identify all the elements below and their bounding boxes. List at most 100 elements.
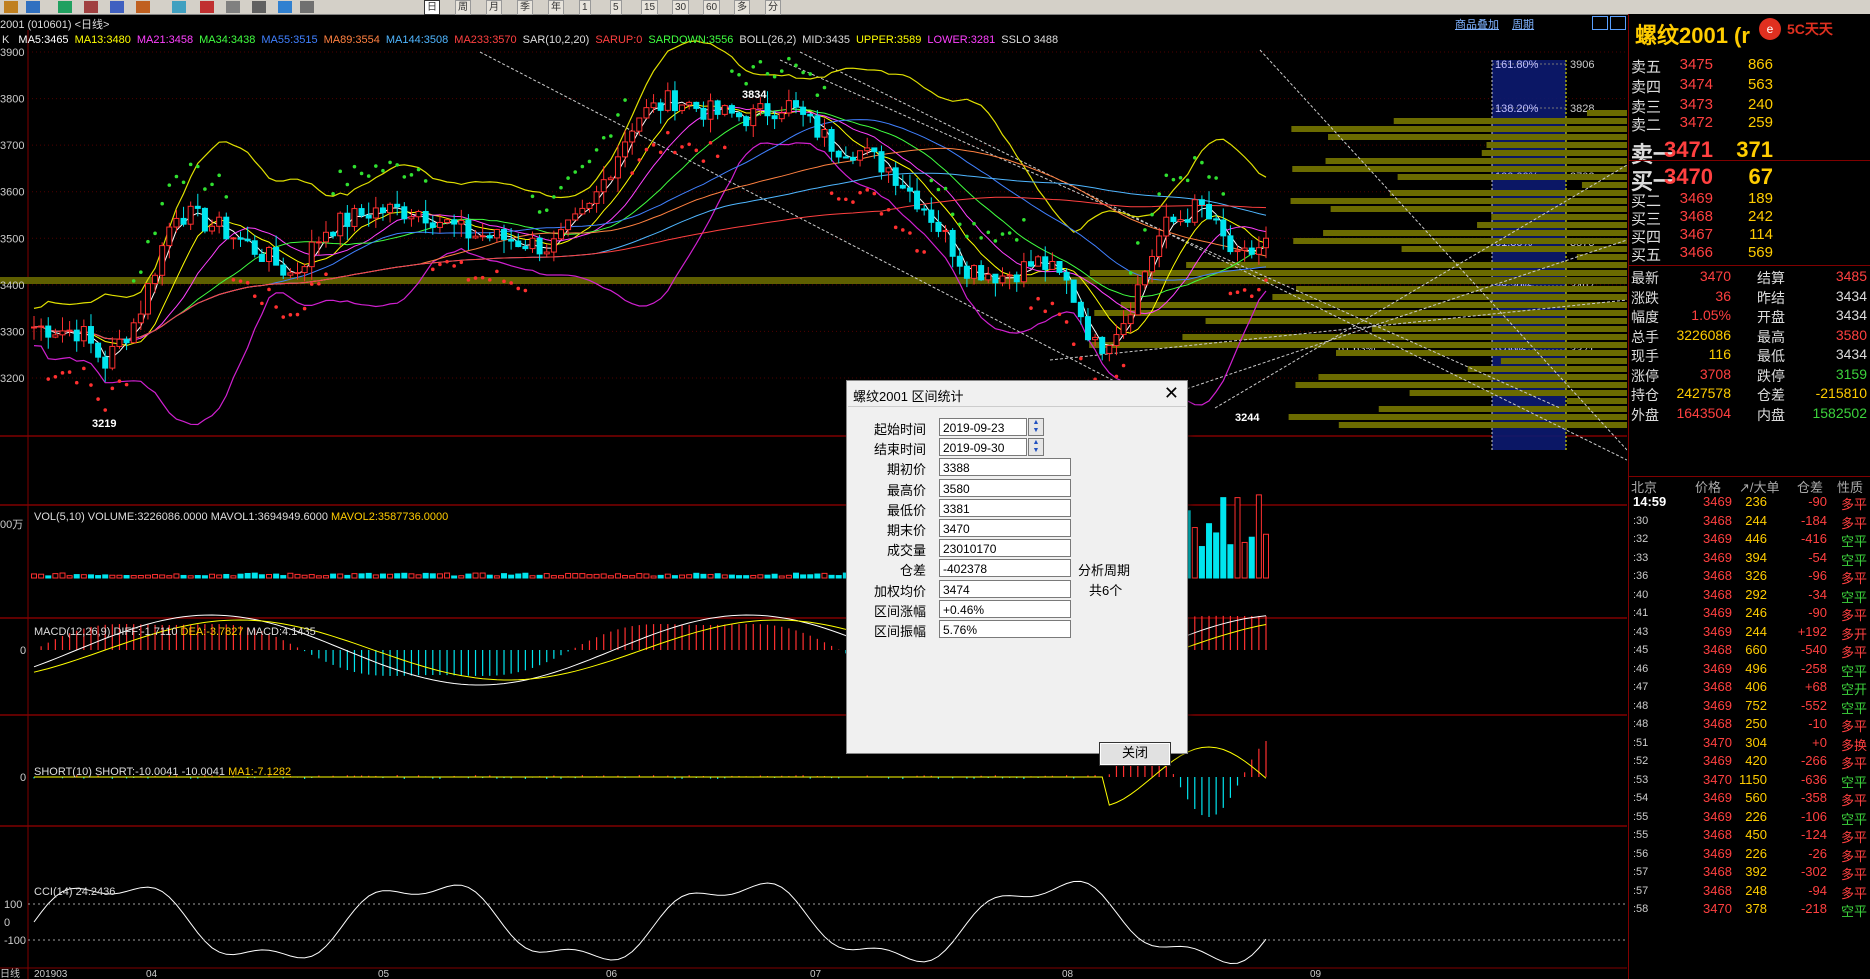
period-button-3[interactable]: 季: [517, 0, 533, 15]
bid-price: 3469: [1679, 190, 1713, 207]
tick-row[interactable]: :57 3468 248 -94 多平: [1629, 883, 1870, 903]
period-button-11[interactable]: 分: [765, 0, 781, 15]
tick-row[interactable]: :56 3469 226 -26 多平: [1629, 846, 1870, 866]
spin-up-icon[interactable]: ▲: [1029, 439, 1043, 447]
candle-body: [643, 107, 650, 119]
layout-icon[interactable]: [1592, 16, 1608, 30]
tick-row[interactable]: :48 3468 250 -10 多平: [1629, 716, 1870, 736]
ask-row[interactable]: 卖四 3474 563: [1629, 76, 1870, 96]
sar-dot: [1185, 178, 1190, 183]
spin-down-icon[interactable]: ▼: [1029, 427, 1043, 435]
tick-row[interactable]: :45 3468 660 -540 多平: [1629, 642, 1870, 662]
tick-row[interactable]: :57 3468 392 -302 多平: [1629, 864, 1870, 884]
sar-dot: [829, 191, 834, 195]
tick-row[interactable]: :46 3469 496 -258 空平: [1629, 661, 1870, 681]
volume-profile-bar: [1389, 190, 1627, 196]
volume-bar: [593, 573, 600, 579]
volume-bar: [45, 575, 52, 579]
sar-dot: [566, 176, 570, 180]
tick-row[interactable]: :36 3468 326 -96 多平: [1629, 568, 1870, 588]
sar-dot: [1228, 291, 1233, 296]
tick-row[interactable]: :43 3469 244 +192 多开: [1629, 624, 1870, 644]
tick-row[interactable]: :51 3470 304 +0 多换: [1629, 735, 1870, 755]
bid-row[interactable]: 买三 3468 242: [1629, 208, 1870, 228]
tick-row[interactable]: :52 3469 420 -266 多平: [1629, 753, 1870, 773]
period-button-4[interactable]: 年: [548, 0, 564, 15]
close-button[interactable]: 关闭: [1099, 742, 1171, 766]
window-icon[interactable]: [278, 1, 292, 13]
volume-profile-bar: [1581, 182, 1627, 188]
period-button-5[interactable]: 1: [579, 0, 591, 15]
volume-bar: [315, 575, 322, 579]
volume-bar: [387, 573, 394, 579]
settings-icon[interactable]: [226, 1, 240, 13]
list-icon[interactable]: [300, 1, 314, 13]
period-button-2[interactable]: 月: [486, 0, 502, 15]
candle-body: [565, 219, 572, 231]
folder-icon[interactable]: [4, 1, 18, 13]
close-icon[interactable]: ✕: [1164, 383, 1179, 404]
tick-row[interactable]: :30 3468 244 -184 多平: [1629, 513, 1870, 533]
tick-time: :48: [1633, 699, 1649, 712]
date-spinner[interactable]: ▲ ▼: [1028, 438, 1044, 457]
tick-row[interactable]: :53 3470 1150 -636 空平: [1629, 772, 1870, 792]
kline-chart[interactable]: 161.80%3906138.20%3828100.00%370261.80%3…: [0, 30, 1627, 979]
spin-up-icon[interactable]: ▲: [1029, 419, 1043, 427]
maximize-icon[interactable]: [1610, 16, 1626, 30]
ask-row[interactable]: 卖三 3473 240: [1629, 96, 1870, 116]
ask-row[interactable]: 卖五 3475 866: [1629, 56, 1870, 76]
tick-nature: 多平: [1840, 793, 1867, 808]
print-icon[interactable]: [26, 1, 40, 13]
candle-body: [422, 210, 429, 224]
ask-row[interactable]: 卖二 3472 259: [1629, 114, 1870, 134]
refresh-icon[interactable]: [58, 1, 72, 13]
tick-nature: 空平: [1840, 904, 1867, 919]
tick-row[interactable]: :47 3468 406 +68 空开: [1629, 679, 1870, 699]
sar-dot: [139, 270, 143, 274]
period-button-6[interactable]: 5: [610, 0, 622, 15]
chart-icon[interactable]: [110, 1, 124, 13]
candle-body: [750, 108, 757, 127]
grid-icon[interactable]: [252, 1, 266, 13]
tool-icon[interactable]: [84, 1, 98, 13]
tick-row[interactable]: :54 3469 560 -358 多平: [1629, 790, 1870, 810]
k-label: K: [2, 34, 10, 46]
tick-row[interactable]: :33 3469 394 -54 空平: [1629, 550, 1870, 570]
period-button-1[interactable]: 周: [455, 0, 471, 15]
bid-row[interactable]: 买四 3467 114: [1629, 226, 1870, 246]
bid-row[interactable]: 买一 3470 67: [1629, 164, 1870, 194]
date-input[interactable]: 2019-09-30: [939, 438, 1027, 457]
period-button-8[interactable]: 30: [672, 0, 690, 15]
tick-volume: 446: [1745, 531, 1767, 546]
date-input[interactable]: 2019-09-23: [939, 418, 1027, 436]
tick-row[interactable]: :32 3469 446 -416 空平: [1629, 531, 1870, 551]
ma-legend-item: LOWER:3281: [927, 34, 996, 46]
period-button-7[interactable]: 15: [641, 0, 659, 15]
tick-row[interactable]: 14:59 3469 236 -90 多平: [1629, 494, 1870, 514]
sar-dot: [922, 250, 926, 254]
tick-row[interactable]: :58 3470 378 -218 空平: [1629, 901, 1870, 921]
draw-icon[interactable]: [136, 1, 150, 13]
ma-legend-item: MID:3435: [802, 34, 850, 46]
tick-row[interactable]: :55 3469 226 -106 空平: [1629, 809, 1870, 829]
volume-bar: [785, 574, 792, 579]
instrument-title: 螺纹2001 (r: [1635, 23, 1750, 48]
period-button-9[interactable]: 60: [703, 0, 721, 15]
bid-row[interactable]: 买二 3469 189: [1629, 190, 1870, 210]
zoom-icon[interactable]: [172, 1, 186, 13]
spin-down-icon[interactable]: ▼: [1029, 447, 1043, 455]
period-button-10[interactable]: 多: [734, 0, 750, 15]
candle-body: [629, 130, 636, 143]
tick-row[interactable]: :55 3468 450 -124 多平: [1629, 827, 1870, 847]
tick-row[interactable]: :41 3469 246 -90 多平: [1629, 605, 1870, 625]
volume-bar: [508, 574, 515, 579]
period-button-0[interactable]: 日: [424, 0, 440, 15]
tick-row[interactable]: :40 3468 292 -34 空平: [1629, 587, 1870, 607]
flag-icon[interactable]: [200, 1, 214, 13]
sar-dot: [103, 408, 108, 412]
volume-bar: [280, 575, 287, 579]
bid-row[interactable]: 买五 3466 569: [1629, 244, 1870, 264]
tick-row[interactable]: :48 3469 752 -552 空平: [1629, 698, 1870, 718]
volume-bar: [1220, 497, 1227, 579]
date-spinner[interactable]: ▲ ▼: [1028, 418, 1044, 436]
